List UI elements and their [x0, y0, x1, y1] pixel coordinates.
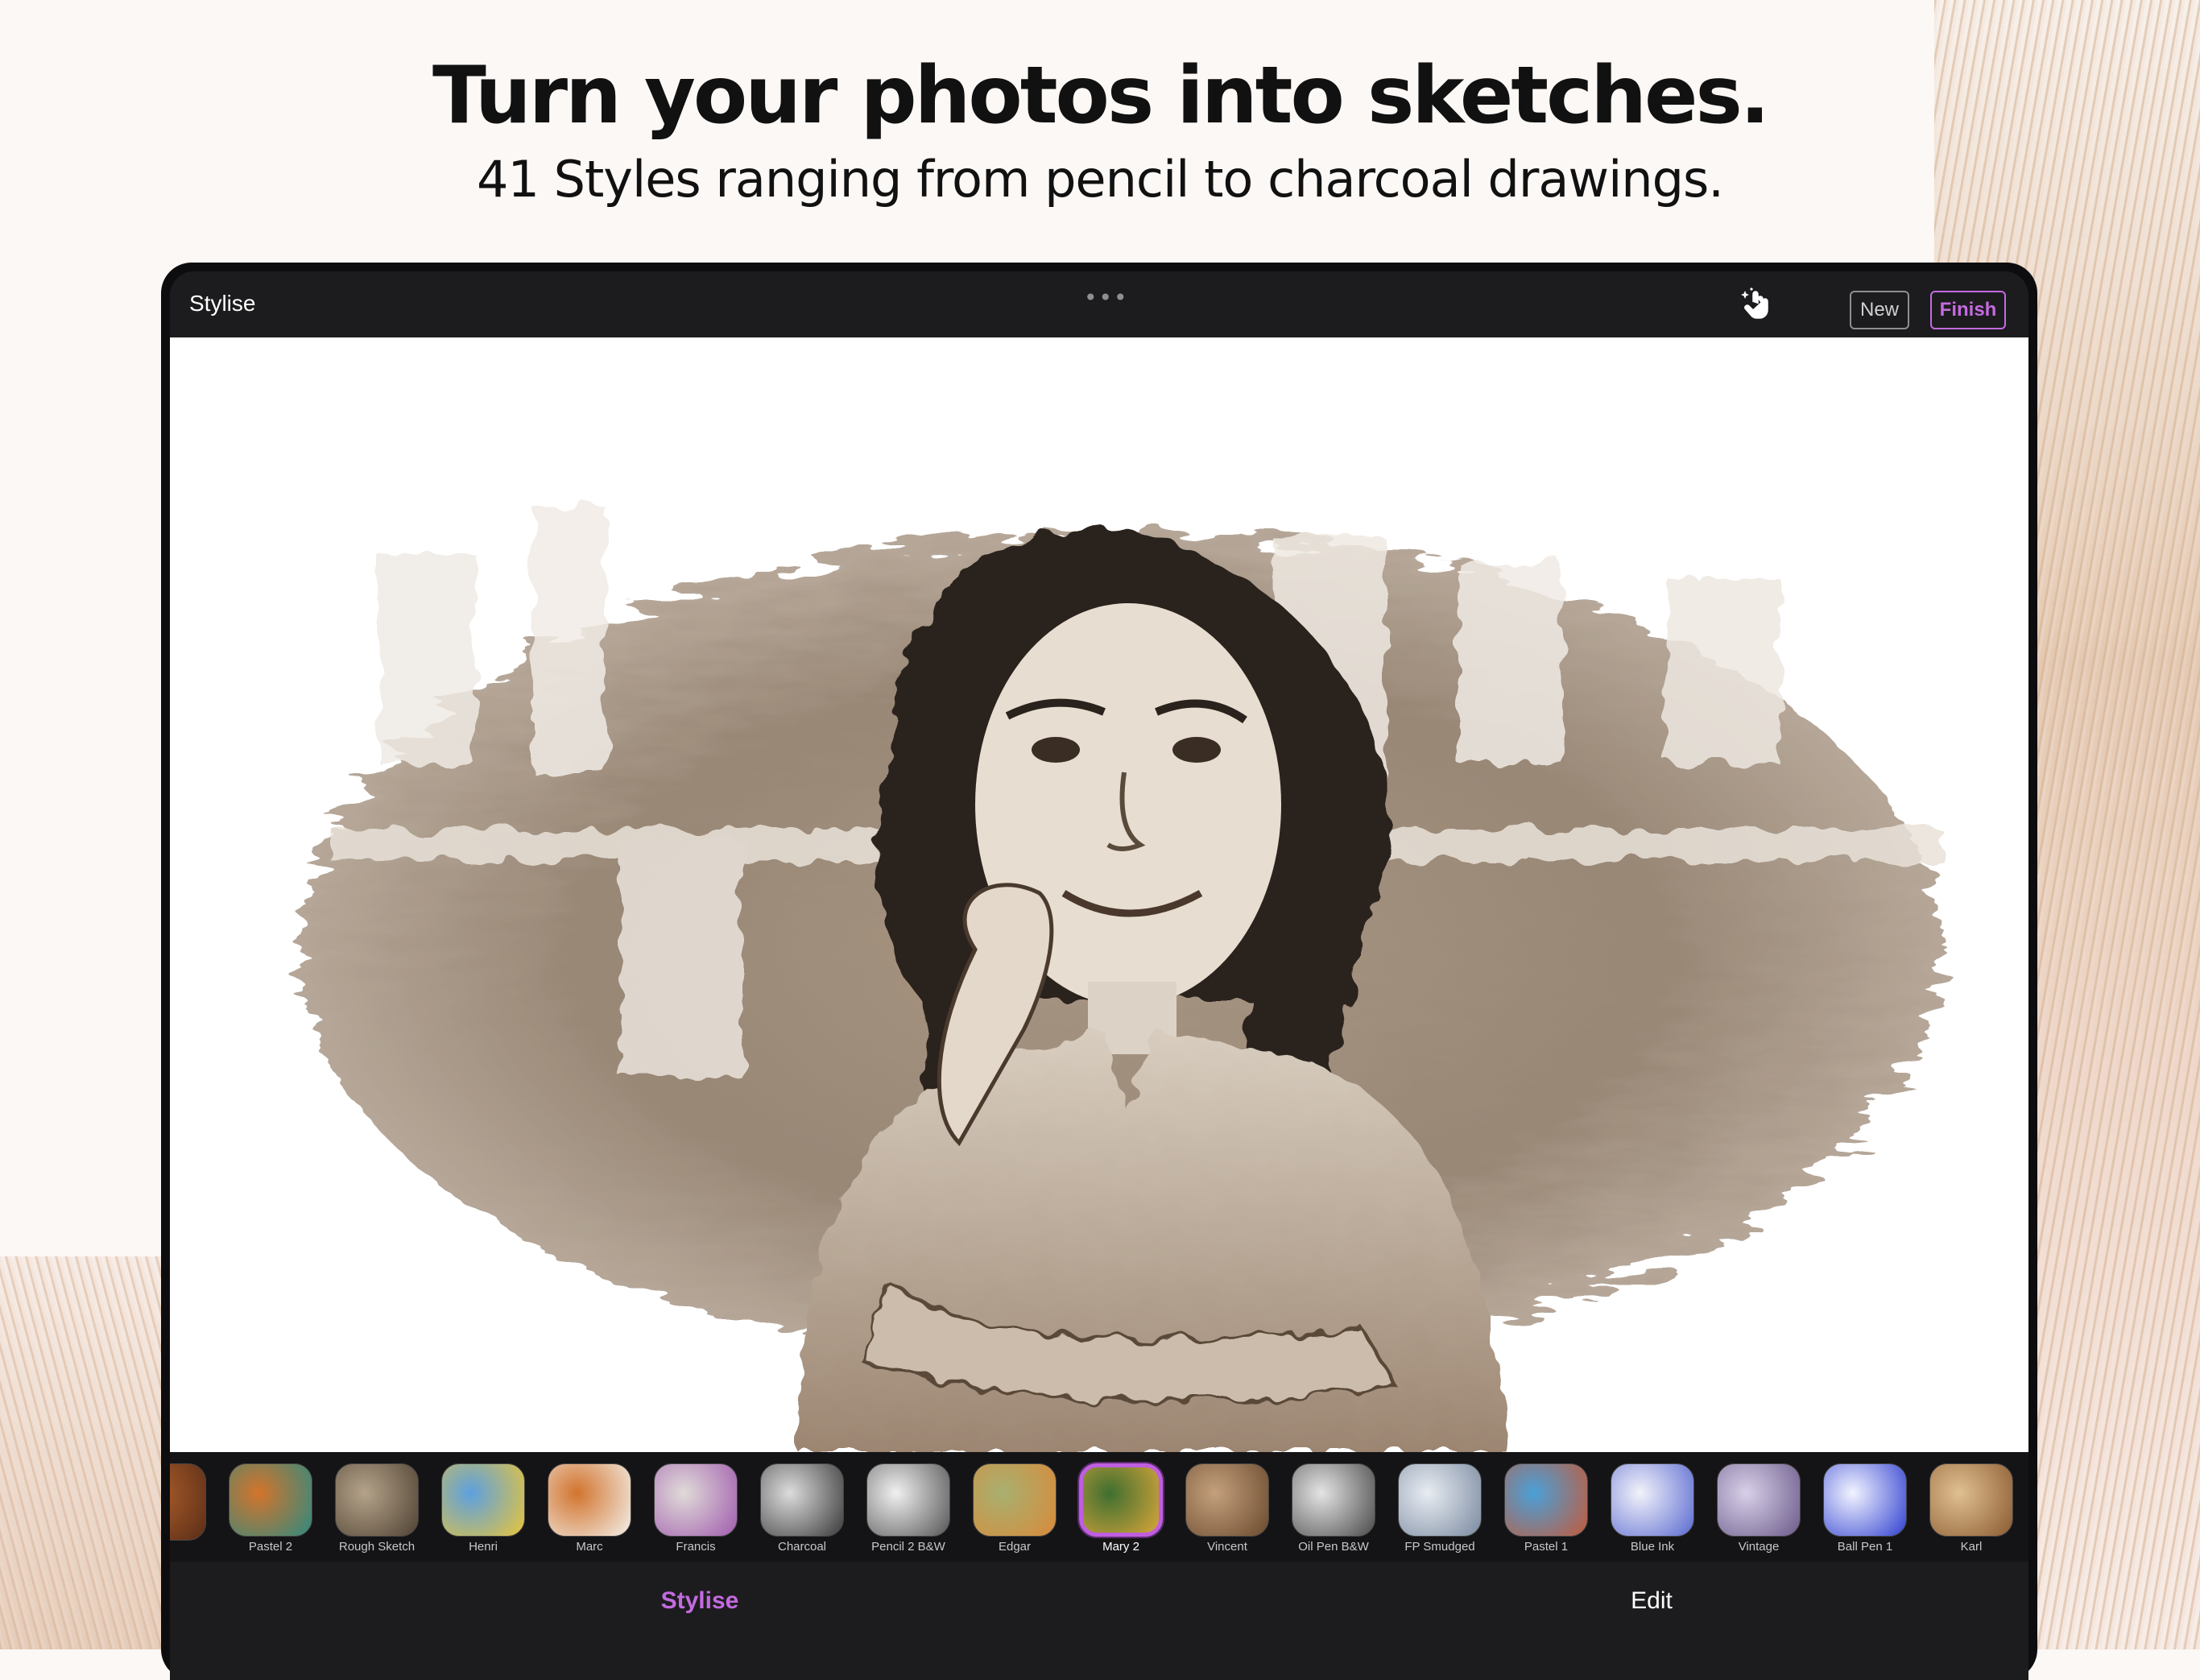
- more-dots-icon[interactable]: •••: [1084, 284, 1129, 311]
- style-thumbnail[interactable]: Karl: [1927, 1463, 2016, 1554]
- style-thumbnail[interactable]: FP Smudged: [1396, 1463, 1484, 1554]
- style-preview-image: [973, 1463, 1057, 1537]
- style-thumbnail[interactable]: Rough Sketch: [333, 1463, 421, 1554]
- tab-edit[interactable]: Edit: [1547, 1587, 1756, 1615]
- style-thumbnail[interactable]: Pastel 1: [1502, 1463, 1590, 1554]
- style-label: Pastel 2: [248, 1540, 293, 1554]
- style-thumbnail[interactable]: Mary 2: [1077, 1463, 1165, 1554]
- style-thumbnail[interactable]: Oil Pen B&W: [1289, 1463, 1378, 1554]
- style-label: Pencil 2 B&W: [871, 1540, 945, 1554]
- style-label: Oil Pen B&W: [1298, 1540, 1369, 1554]
- style-thumbnail[interactable]: Edgar: [970, 1463, 1059, 1554]
- style-thumbnail[interactable]: Pencil 2 B&W: [864, 1463, 953, 1554]
- style-label: Vincent: [1207, 1540, 1247, 1554]
- style-preview-image: [1079, 1463, 1163, 1537]
- style-preview-image: [229, 1463, 312, 1537]
- style-label: Pastel 1: [1524, 1540, 1569, 1554]
- style-thumbnail[interactable]: Vincent: [1183, 1463, 1272, 1554]
- style-preview-image: [1823, 1463, 1907, 1537]
- style-label: Blue Ink: [1630, 1540, 1675, 1554]
- promo-subline: 41 Styles ranging from pencil to charcoa…: [477, 150, 1724, 209]
- style-preview-image: [441, 1463, 525, 1537]
- style-label: Ball Pen 1: [1837, 1540, 1893, 1554]
- style-thumbnail[interactable]: Pastel 2: [226, 1463, 315, 1554]
- tablet-frame: Stylise ••• New Finish Pastel 2 Rough Sk…: [161, 263, 2037, 1680]
- style-label: Rough Sketch: [338, 1540, 416, 1554]
- style-label: Vintage: [1738, 1540, 1780, 1554]
- app-screen: Stylise ••• New Finish Pastel 2 Rough Sk…: [170, 271, 2028, 1680]
- style-label: Karl: [1960, 1540, 1983, 1554]
- style-thumbnail[interactable]: Charcoal: [758, 1463, 846, 1554]
- style-label: Charcoal: [777, 1540, 827, 1554]
- style-label: Marc: [576, 1540, 603, 1554]
- finish-button[interactable]: Finish: [1930, 291, 2006, 329]
- style-label: Edgar: [998, 1540, 1032, 1554]
- screen-title: Stylise: [189, 291, 256, 316]
- style-thumbnail[interactable]: Francis: [651, 1463, 740, 1554]
- style-preview-image: [1929, 1463, 2013, 1537]
- sketch-artwork: [299, 507, 1942, 1452]
- tab-stylise[interactable]: Stylise: [595, 1587, 804, 1615]
- style-preview-image: [1292, 1463, 1375, 1537]
- style-label: Francis: [676, 1540, 716, 1554]
- photo-canvas[interactable]: [170, 337, 2028, 1452]
- style-preview-image: [1611, 1463, 1694, 1537]
- style-preview-image: [170, 1463, 206, 1541]
- style-thumbnail[interactable]: Henri: [439, 1463, 527, 1554]
- style-thumbnail[interactable]: Ball Pen 1: [1821, 1463, 1909, 1554]
- style-label: Henri: [469, 1540, 498, 1554]
- style-label: FP Smudged: [1404, 1540, 1475, 1554]
- promo-headline: Turn your photos into sketches.: [432, 50, 1770, 142]
- style-label: Mary 2: [1102, 1540, 1139, 1554]
- style-preview-image: [654, 1463, 738, 1537]
- top-toolbar: Stylise ••• New Finish: [170, 271, 2028, 337]
- style-preview-image: [1717, 1463, 1801, 1537]
- new-button[interactable]: New: [1850, 291, 1909, 329]
- bottom-tab-bar: Stylise Edit: [170, 1562, 2028, 1680]
- style-picker-strip[interactable]: Pastel 2 Rough Sketch Henri Marc Francis Char…: [170, 1452, 2028, 1562]
- style-preview-image: [335, 1463, 419, 1537]
- style-preview-image: [760, 1463, 844, 1537]
- style-thumbnail[interactable]: [170, 1463, 209, 1554]
- style-thumbnail[interactable]: Marc: [545, 1463, 634, 1554]
- style-preview-image: [1504, 1463, 1588, 1537]
- hand-tap-sparkle-icon[interactable]: [1739, 286, 1776, 323]
- style-thumbnail[interactable]: Vintage: [1714, 1463, 1803, 1554]
- style-preview-image: [866, 1463, 950, 1537]
- style-preview-image: [1398, 1463, 1482, 1537]
- style-preview-image: [1185, 1463, 1269, 1537]
- style-preview-image: [548, 1463, 631, 1537]
- style-thumbnail[interactable]: Blue Ink: [1608, 1463, 1697, 1554]
